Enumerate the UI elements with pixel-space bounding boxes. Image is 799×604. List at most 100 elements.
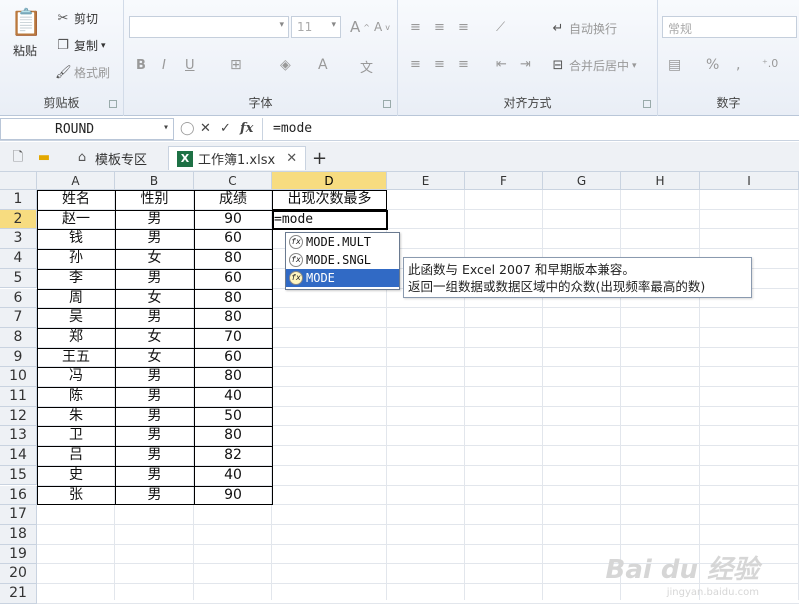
table-row-border <box>37 485 272 487</box>
chevron-down-icon: ▾ <box>279 20 284 30</box>
table-column-border <box>115 190 116 506</box>
align-bottom-icon[interactable]: ≡ <box>458 20 469 35</box>
phonetic-icon[interactable]: 文 <box>360 57 373 76</box>
chevron-down-icon: ▾ <box>331 20 336 30</box>
column-header-e[interactable]: E <box>387 172 465 190</box>
row-header-1[interactable]: 1 <box>0 190 37 210</box>
tab-template-zone[interactable]: ⌂ 模板专区 <box>74 146 147 170</box>
autocomplete-item-mode-sngl[interactable]: fx MODE.SNGL <box>286 251 399 269</box>
copy-button[interactable]: ❐ 复制 ▾ <box>55 37 105 54</box>
row-header-9[interactable]: 9 <box>0 347 37 368</box>
alignment-launcher-icon[interactable] <box>643 100 651 108</box>
header-d1-border <box>272 190 387 210</box>
row-header-18[interactable]: 18 <box>0 524 37 545</box>
column-header-g[interactable]: G <box>543 172 621 190</box>
cut-button[interactable]: ✂ 剪切 <box>55 10 98 27</box>
row-header-5[interactable]: 5 <box>0 268 37 289</box>
grow-font-button[interactable]: A ^ <box>350 18 370 36</box>
name-box[interactable]: ROUND ▾ <box>0 118 174 140</box>
table-row-border <box>37 387 272 388</box>
number-format-combo[interactable]: 常规 <box>662 16 797 38</box>
bold-button[interactable]: B <box>136 58 146 73</box>
column-header-i[interactable]: I <box>700 172 799 190</box>
column-header-d[interactable]: D <box>272 172 387 190</box>
row-header-4[interactable]: 4 <box>0 249 37 269</box>
copy-icon: ❐ <box>57 37 69 53</box>
row-header-12[interactable]: 12 <box>0 406 37 427</box>
border-icon[interactable]: ⊞ <box>230 57 242 73</box>
watermark-url: jingyan.baidu.com <box>666 587 759 598</box>
number-format-value: 常规 <box>668 22 693 36</box>
open-folder-icon[interactable]: ▬ <box>36 146 52 170</box>
row-header-19[interactable]: 19 <box>0 544 37 565</box>
font-color-icon[interactable]: A <box>318 57 328 73</box>
decrease-indent-icon[interactable]: ⇤ <box>496 57 507 72</box>
tab-workbook[interactable]: X 工作簿1.xlsx ✕ <box>168 146 307 170</box>
underline-button[interactable]: U <box>185 58 195 73</box>
align-right-icon[interactable]: ≡ <box>458 57 469 72</box>
row-header-13[interactable]: 13 <box>0 426 37 447</box>
home-icon: ⌂ <box>77 150 87 165</box>
table-row-border <box>37 209 272 211</box>
function-warning-icon: fx <box>289 271 303 285</box>
shrink-font-button[interactable]: Av <box>374 20 390 34</box>
row-header-15[interactable]: 15 <box>0 465 37 486</box>
row-header-17[interactable]: 17 <box>0 505 37 525</box>
row-header-2[interactable]: 2 <box>0 209 37 230</box>
formula-input[interactable]: =mode <box>262 118 799 140</box>
percent-button[interactable]: % <box>706 57 719 73</box>
merge-center-button[interactable]: ⊟ 合并后居中 ▾ <box>550 57 637 74</box>
confirm-entry-button[interactable]: ✓ <box>220 121 231 136</box>
row-header-11[interactable]: 11 <box>0 387 37 407</box>
column-header-a[interactable]: A <box>37 172 115 190</box>
autocomplete-item-mode-mult[interactable]: fx MODE.MULT <box>286 233 399 251</box>
insert-function-button[interactable]: fx <box>240 121 253 136</box>
currency-icon[interactable]: ▤ <box>668 57 681 73</box>
close-tab-icon[interactable]: ✕ <box>286 151 297 166</box>
align-center-icon[interactable]: ≡ <box>434 57 445 72</box>
column-header-f[interactable]: F <box>465 172 543 190</box>
font-name-combo[interactable]: ▾ <box>129 16 289 38</box>
row-header-10[interactable]: 10 <box>0 367 37 387</box>
align-top-icon[interactable]: ≡ <box>410 20 421 35</box>
column-header-b[interactable]: B <box>115 172 194 190</box>
column-header-h[interactable]: H <box>621 172 700 190</box>
add-tab-button[interactable]: + <box>312 146 327 170</box>
row-header-16[interactable]: 16 <box>0 485 37 506</box>
excel-icon: X <box>177 150 193 167</box>
row-header-21[interactable]: 21 <box>0 584 37 604</box>
select-all-corner[interactable] <box>0 172 37 190</box>
paste-button[interactable]: 📋 粘贴 <box>10 6 42 59</box>
align-middle-icon[interactable]: ≡ <box>434 20 445 35</box>
align-left-icon[interactable]: ≡ <box>410 57 421 72</box>
row-header-14[interactable]: 14 <box>0 446 37 466</box>
comma-button[interactable]: , <box>736 57 740 73</box>
wrap-text-button[interactable]: ↵ 自动换行 <box>550 20 617 37</box>
row-header-6[interactable]: 6 <box>0 288 37 309</box>
format-painter-button[interactable]: 🖌 格式刷 <box>55 64 110 81</box>
row-header-8[interactable]: 8 <box>0 327 37 348</box>
italic-button[interactable]: I <box>162 58 166 73</box>
column-header-c[interactable]: C <box>194 172 272 190</box>
fill-color-icon[interactable]: ◈ <box>280 57 291 73</box>
copy-label: 复制 <box>74 39 99 53</box>
ribbon: 📋 粘贴 ✂ 剪切 ❐ 复制 ▾ 🖌 格式刷 剪贴板 ▾ 11 ▾ A ^ Av B… <box>0 0 799 116</box>
orientation-icon[interactable]: ⟋ <box>496 20 505 35</box>
table-row-border <box>37 288 272 290</box>
table-row-border <box>37 446 272 448</box>
row-header-3[interactable]: 3 <box>0 229 37 250</box>
row-header-7[interactable]: 7 <box>0 308 37 328</box>
cancel-entry-button[interactable]: ✕ <box>200 121 211 136</box>
font-group: ▾ 11 ▾ A ^ Av B I U ⊞ ◈ A 文 字体 <box>124 0 398 116</box>
increase-indent-icon[interactable]: ⇥ <box>520 57 531 72</box>
new-file-icon[interactable]: 🗋 <box>10 146 26 170</box>
clipboard-group: 📋 粘贴 ✂ 剪切 ❐ 复制 ▾ 🖌 格式刷 剪贴板 <box>0 0 124 116</box>
clipboard-launcher-icon[interactable] <box>109 100 117 108</box>
autocomplete-item-mode[interactable]: fx MODE <box>286 269 399 287</box>
font-launcher-icon[interactable] <box>383 100 391 108</box>
row-header-20[interactable]: 20 <box>0 564 37 584</box>
table-row-border <box>37 406 272 408</box>
folder-icon: ▬ <box>37 150 51 165</box>
font-size-combo[interactable]: 11 ▾ <box>291 16 341 38</box>
increase-decimal-icon[interactable]: ⁺.0 <box>762 57 778 70</box>
